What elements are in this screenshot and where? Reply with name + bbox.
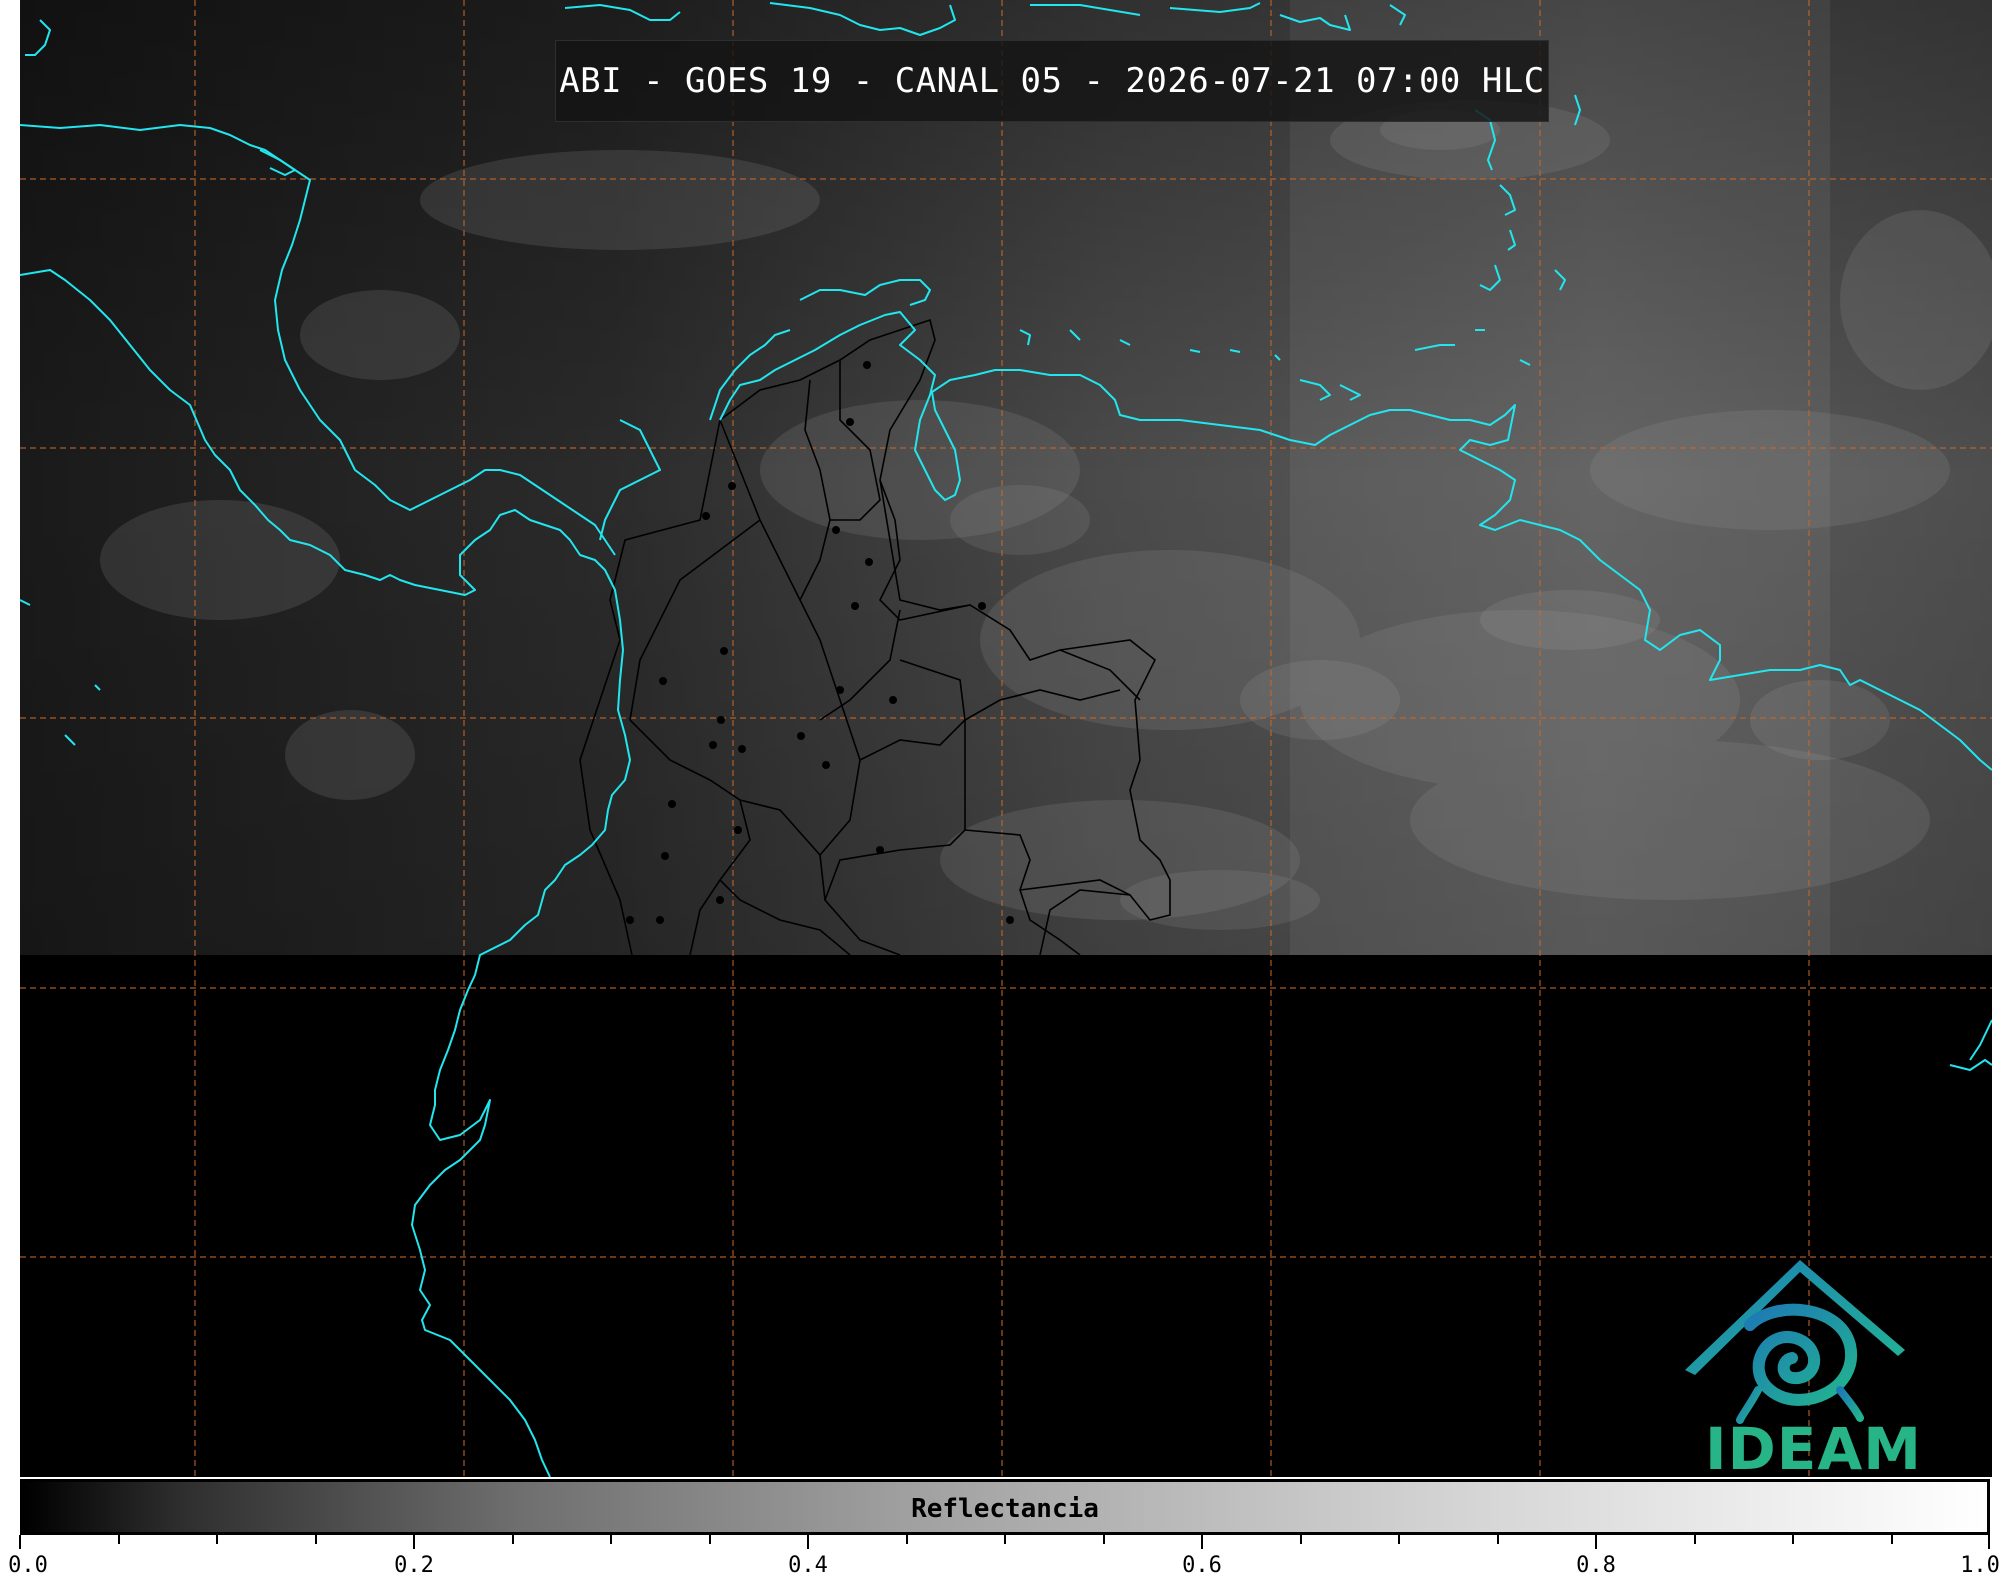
colorbar-minor-tick: [1004, 1535, 1006, 1544]
colorbar-major-tick: [413, 1535, 415, 1549]
satellite-map: ABI - GOES 19 - CANAL 05 - 2026-07-21 07…: [20, 0, 1992, 1477]
colorbar-minor-tick: [1496, 1535, 1499, 1544]
colorbar-tick-label: 0.0: [8, 1553, 48, 1578]
title-banner: ABI - GOES 19 - CANAL 05 - 2026-07-21 07…: [555, 40, 1549, 122]
colorbar-minor-tick: [610, 1535, 612, 1544]
colorbar-minor-tick: [216, 1535, 218, 1544]
colorbar-minor-tick: [1398, 1535, 1400, 1544]
colorbar-tick-label: 1.0: [1960, 1553, 2000, 1578]
colorbar-minor-tick: [1890, 1535, 1893, 1544]
colorbar-minor-tick: [1102, 1535, 1105, 1544]
colorbar-tick-label: 0.2: [394, 1553, 434, 1578]
colorbar-minor-tick: [708, 1535, 711, 1544]
colorbar-tick-label: 0.4: [788, 1553, 828, 1578]
colorbar-minor-tick: [511, 1535, 514, 1544]
ideam-logo-text: IDEAM: [1705, 1415, 1922, 1477]
colorbar-major-tick: [1988, 1535, 1990, 1549]
colorbar-minor-tick: [314, 1535, 317, 1544]
colorbar-minor-tick: [905, 1535, 908, 1544]
colorbar-major-tick: [1595, 1535, 1597, 1549]
colorbar-minor-tick: [1792, 1535, 1794, 1544]
colorbar-label: Reflectancia: [911, 1494, 1099, 1524]
colorbar-major-tick: [807, 1535, 809, 1549]
colorbar-major-tick: [1201, 1535, 1203, 1549]
map-title: ABI - GOES 19 - CANAL 05 - 2026-07-21 07…: [559, 61, 1545, 101]
colorbar-tick-label: 0.8: [1576, 1553, 1616, 1578]
colorbar-major-tick: [19, 1535, 21, 1549]
colorbar-minor-tick: [1693, 1535, 1696, 1544]
colorbar-minor-tick: [117, 1535, 120, 1544]
colorbar-tick-label: 0.6: [1182, 1553, 1222, 1578]
colorbar-minor-tick: [1299, 1535, 1302, 1544]
colorbar: Reflectancia: [20, 1479, 1990, 1535]
